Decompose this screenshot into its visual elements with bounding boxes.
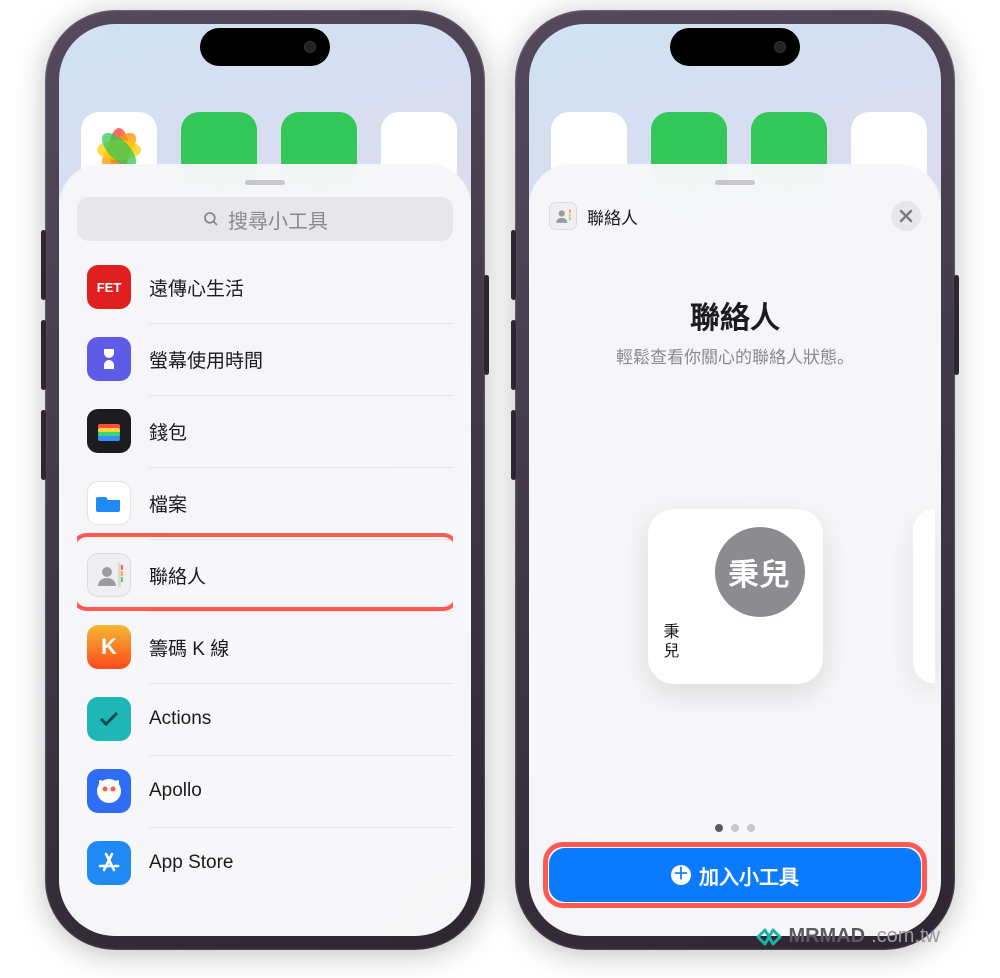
widget-row-contacts[interactable]: 聯絡人 <box>77 539 453 611</box>
widget-detail-sheet: 聯絡人 聯絡人 輕鬆查看你關心的聯絡人狀態。 秉兒 秉兒 <box>529 164 941 936</box>
page-dot <box>747 824 755 832</box>
contacts-icon <box>87 553 131 597</box>
screen-right: 聯絡人 聯絡人 輕鬆查看你關心的聯絡人狀態。 秉兒 秉兒 <box>529 24 941 936</box>
page-indicator[interactable] <box>715 824 755 832</box>
add-widget-button[interactable]: ＋ 加入小工具 <box>549 848 921 902</box>
page-dot <box>715 824 723 832</box>
detail-header-label: 聯絡人 <box>587 204 638 229</box>
widget-search-field[interactable]: 搜尋小工具 <box>77 197 453 241</box>
close-icon <box>899 209 913 223</box>
plus-icon: ＋ <box>671 865 691 885</box>
screen-time-icon <box>87 337 131 381</box>
widget-row-label: Actions <box>149 708 211 730</box>
widget-row-label: 籌碼 K 線 <box>149 634 229 661</box>
detail-header: 聯絡人 <box>543 197 927 237</box>
sheet-grabber[interactable] <box>245 180 285 185</box>
contact-avatar: 秉兒 <box>715 527 805 617</box>
widget-row-label: 聯絡人 <box>149 562 206 589</box>
detail-body: 聯絡人 輕鬆查看你關心的聯絡人狀態。 秉兒 秉兒 <box>543 237 927 848</box>
close-button[interactable] <box>891 201 921 231</box>
contact-name-text: 秉兒 <box>664 623 682 661</box>
search-placeholder: 搜尋小工具 <box>228 205 328 234</box>
widget-preview-carousel[interactable]: 秉兒 秉兒 <box>543 368 927 824</box>
widget-row-label: 遠傳心生活 <box>149 274 244 301</box>
search-icon <box>202 210 220 228</box>
fet-icon-text: FET <box>97 281 122 294</box>
wallet-icon <box>87 409 131 453</box>
widget-row-k-line[interactable]: K 籌碼 K 線 <box>77 611 453 683</box>
widget-preview-small: 秉兒 秉兒 <box>648 509 823 684</box>
dynamic-island <box>200 28 330 66</box>
widget-row-label: 錢包 <box>149 418 187 445</box>
next-widget-peek <box>913 509 935 684</box>
watermark-brand: MRMAD <box>788 925 865 948</box>
app-store-icon <box>87 841 131 885</box>
widget-row-files[interactable]: 檔案 <box>77 467 453 539</box>
widget-row-label: Apollo <box>149 780 202 802</box>
watermark-logo-icon <box>756 926 782 948</box>
widget-row-screen-time[interactable]: 螢幕使用時間 <box>77 323 453 395</box>
dynamic-island <box>670 28 800 66</box>
widget-row-wallet[interactable]: 錢包 <box>77 395 453 467</box>
fet-icon: FET <box>87 265 131 309</box>
phone-frame-left: 搜尋小工具 FET 遠傳心生活 螢幕使用時間 <box>45 10 485 950</box>
widget-row-label: App Store <box>149 852 234 874</box>
widget-row-apollo[interactable]: Apollo <box>77 755 453 827</box>
contacts-icon <box>549 202 577 230</box>
actions-icon <box>87 697 131 741</box>
widget-row-actions[interactable]: Actions <box>77 683 453 755</box>
widget-row-app-store[interactable]: App Store <box>77 827 453 899</box>
files-icon <box>87 481 131 525</box>
sheet-grabber[interactable] <box>715 180 755 185</box>
watermark-domain: .com.tw <box>871 925 940 948</box>
widget-row-fet[interactable]: FET 遠傳心生活 <box>77 251 453 323</box>
widget-row-label: 檔案 <box>149 490 187 517</box>
widget-gallery-sheet: 搜尋小工具 FET 遠傳心生活 螢幕使用時間 <box>59 164 471 936</box>
widget-row-label: 螢幕使用時間 <box>149 346 263 373</box>
page-dot <box>731 824 739 832</box>
screen-left: 搜尋小工具 FET 遠傳心生活 螢幕使用時間 <box>59 24 471 936</box>
detail-title: 聯絡人 <box>690 293 780 337</box>
contact-name: 秉兒 <box>664 623 682 661</box>
phone-frame-right: 聯絡人 聯絡人 輕鬆查看你關心的聯絡人狀態。 秉兒 秉兒 <box>515 10 955 950</box>
k-line-icon: K <box>87 625 131 669</box>
apollo-icon <box>87 769 131 813</box>
watermark: MRMAD .com.tw <box>756 925 940 948</box>
add-widget-label: 加入小工具 <box>699 861 799 890</box>
detail-subtitle: 輕鬆查看你關心的聯絡人狀態。 <box>616 343 854 368</box>
widget-app-list[interactable]: FET 遠傳心生活 螢幕使用時間 錢包 <box>77 251 453 936</box>
